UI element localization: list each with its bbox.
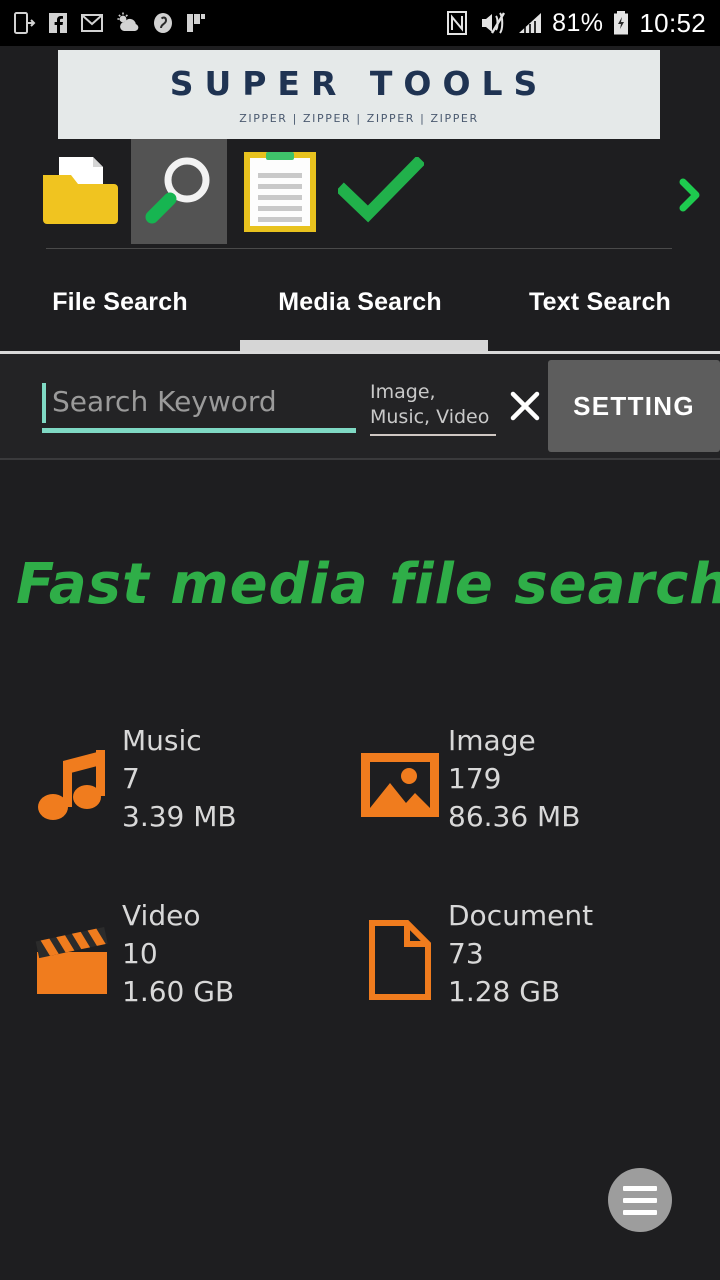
signal-icon [519,13,542,33]
gmail-icon [81,14,103,32]
stat-text-video: Video 10 1.60 GB [122,897,234,1011]
mute-icon [482,12,506,34]
stat-size-document: 1.28 GB [448,975,561,1008]
chevron-right-icon [679,178,700,212]
active-tab-indicator [240,340,488,351]
stat-label-music: Music [122,724,202,757]
search-input[interactable]: Search Keyword [42,380,356,433]
stat-text-image: Image 179 86.36 MB [448,722,580,836]
stat-label-image: Image [448,724,536,757]
stat-card-video[interactable]: Video 10 1.60 GB [30,897,360,1027]
video-clapper-icon [35,926,108,994]
menu-fab-button[interactable] [608,1168,672,1232]
stat-count-music: 7 [122,762,140,795]
stat-label-document: Document [448,899,594,932]
filter-type-input[interactable]: Image, Music, Video file [370,380,496,434]
screen-share-icon [14,12,36,34]
stat-size-video: 1.60 GB [122,975,235,1008]
setting-button[interactable]: SETTING [548,360,720,452]
image-icon-wrap [356,740,444,830]
hamburger-menu-icon-line2 [623,1197,657,1203]
filter-input-underline [370,434,496,436]
clipboard-icon [244,151,316,232]
stat-text-music: Music 7 3.39 MB [122,722,237,836]
media-stats-grid: Music 7 3.39 MB Image 179 86.36 MB Video… [0,712,720,1032]
document-icon [369,920,431,1000]
checkmark-icon [338,156,424,222]
status-bar: 81% 10:52 [0,0,720,46]
stat-count-image: 179 [448,762,502,795]
app-icon [154,13,172,33]
stat-count-video: 10 [122,937,158,970]
stat-text-document: Document 73 1.28 GB [448,897,593,1011]
tab-text-search[interactable]: Text Search [480,266,720,352]
page-headline: Fast media file search [16,552,720,617]
banner-title: SUPER TOOLS [169,64,549,103]
hamburger-menu-icon [623,1185,657,1191]
battery-percent: 81% [552,8,604,37]
flipboard-icon [187,14,205,32]
tool-search-button[interactable] [131,139,227,244]
nfc-icon [447,11,468,35]
clock-time: 10:52 [639,7,706,38]
tool-check-button[interactable] [333,139,429,244]
stat-card-document[interactable]: Document 73 1.28 GB [356,897,686,1027]
search-input-underline [42,428,356,433]
document-icon-wrap [356,915,444,1005]
stat-count-document: 73 [448,937,484,970]
filter-type-value: Image, Music, Video file [370,381,490,434]
tool-icon-row [0,139,720,244]
stat-size-image: 86.36 MB [448,800,581,833]
hamburger-menu-icon-line3 [623,1209,657,1215]
search-magnifier-icon [145,157,210,223]
image-icon [361,753,439,817]
search-row-bottom-rule [0,458,720,460]
tab-file-search[interactable]: File Search [0,266,240,352]
music-note-icon [38,750,105,820]
status-bar-right-icons: 81% 10:52 [445,8,706,39]
toolbar-divider [46,248,672,249]
folder-icon [43,156,118,224]
video-clapper-icon-wrap [30,915,118,1005]
stat-label-video: Video [122,899,201,932]
stat-card-image[interactable]: Image 179 86.36 MB [356,722,686,852]
tool-clipboard-button[interactable] [232,139,328,244]
app-root: 81% 10:52 SUPER TOOLS ZIPPER | ZIPPER | … [0,0,720,1280]
facebook-icon [49,13,67,33]
next-tools-arrow-button[interactable] [670,175,710,215]
status-bar-left-icons [14,11,207,35]
stat-size-music: 3.39 MB [122,800,237,833]
music-note-icon-wrap [30,740,118,830]
weather-icon [117,12,139,31]
charging-battery-icon [614,11,629,35]
text-caret [42,383,46,423]
search-input-placeholder: Search Keyword [52,385,277,418]
ad-banner[interactable]: SUPER TOOLS ZIPPER | ZIPPER | ZIPPER | Z… [58,50,660,139]
stat-card-music[interactable]: Music 7 3.39 MB [30,722,360,852]
close-x-icon [510,391,540,421]
tool-folder-button[interactable] [33,139,129,244]
banner-subtitle: ZIPPER | ZIPPER | ZIPPER | ZIPPER [239,112,479,125]
clear-search-button[interactable] [503,382,547,430]
